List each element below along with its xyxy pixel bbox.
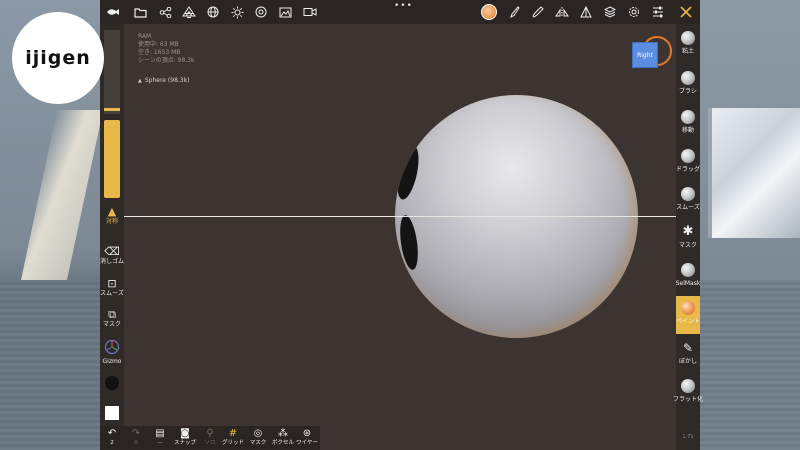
floor-left: [0, 280, 100, 450]
snap-button[interactable]: ◙ スナップ: [173, 428, 197, 447]
tool-paint[interactable]: ペイント: [676, 296, 700, 334]
eraser-icon: ⌫: [104, 245, 120, 258]
right-toolbar: 粘土 ブラシ 移動 ドラッグ スムーズ ✱ マスク SelMask ペイント ✎ ぼ…: [673, 24, 703, 450]
info-used: 使用中: 63 MB: [138, 41, 179, 48]
sliders-icon[interactable]: [649, 3, 667, 21]
video-icon[interactable]: [301, 3, 319, 21]
tools-icon[interactable]: [677, 3, 695, 21]
save-icon: ▤: [155, 428, 165, 439]
logo-fish-icon[interactable]: [104, 3, 122, 21]
tool-brush[interactable]: ブラシ: [676, 66, 700, 104]
paint-brush-icon[interactable]: [505, 3, 523, 21]
logo-text: ijigen: [25, 47, 91, 69]
grid-icon: #: [228, 428, 238, 439]
tool-move[interactable]: 移動: [676, 105, 700, 143]
voxel-icon: ⁂: [278, 428, 288, 439]
sculpt-viewport[interactable]: ••• ▲ 対称 ⌫ 消しゴム ⊡ スムーズ ⧉ マスク Gizmo RAM 使…: [100, 0, 703, 450]
gizmo-icon: [104, 339, 120, 358]
eraser-label: 消しゴム: [100, 258, 125, 265]
object-label[interactable]: Sphere (98.3k): [138, 77, 190, 84]
tool-brush-icon: [681, 71, 695, 85]
folder-icon[interactable]: [131, 3, 149, 21]
intensity-slider[interactable]: [104, 120, 120, 198]
solo-button[interactable]: ⚲ ソロ: [198, 428, 222, 447]
topology-icon[interactable]: [180, 3, 198, 21]
tool-smooth-icon: [681, 187, 695, 201]
tool-clay[interactable]: 粘土: [676, 26, 700, 64]
redo-icon: ↷: [131, 428, 141, 439]
symmetry-plane-line: [124, 216, 676, 217]
material-icon[interactable]: [252, 3, 270, 21]
tool-selmask-icon: [681, 263, 695, 277]
app-stage: ijigen ••• ▲ 対称 ⌫ 消しゴム ⊡ スムーズ ⧉ マスク Gizm…: [0, 0, 800, 450]
undo-icon: ↶: [107, 428, 117, 439]
picker-icon[interactable]: [529, 3, 547, 21]
info-overlay: RAM 使用中: 63 MB 空き: 1653 MB シーンの頂点: 98.3k: [138, 33, 194, 65]
floor-right: [700, 280, 800, 450]
symmetry-icon[interactable]: [553, 3, 571, 21]
search-icon: ⚲: [206, 428, 214, 439]
tool-mask[interactable]: ✱ マスク: [676, 220, 700, 258]
color-swatch-primary[interactable]: [105, 376, 119, 390]
color-swatch-secondary[interactable]: [105, 406, 119, 420]
warning-triangle-icon: ▲: [107, 205, 117, 218]
symmetry-label: 対称: [105, 218, 118, 225]
info-vertices: シーンの頂点: 98.3k: [138, 57, 195, 64]
gizmo-button[interactable]: Gizmo: [100, 339, 124, 366]
light-beam: [18, 110, 104, 290]
image-icon[interactable]: [276, 3, 294, 21]
top-toolbar: •••: [100, 0, 700, 24]
tool-drag-icon: [681, 149, 695, 163]
eraser-button[interactable]: ⌫ 消しゴム: [100, 246, 124, 266]
layers-icon[interactable]: [601, 3, 619, 21]
sun-icon[interactable]: [228, 3, 246, 21]
redo-button[interactable]: ↷ 0: [124, 428, 148, 447]
tool-selmask[interactable]: SelMask: [676, 258, 700, 296]
left-toolbar: ▲ 対称 ⌫ 消しゴム ⊡ スムーズ ⧉ マスク Gizmo: [100, 24, 124, 450]
smooth-label: スムーズ: [100, 290, 124, 297]
mask-visibility-button[interactable]: ◎ マスク: [246, 428, 270, 447]
bottom-toolbar: ↶ 2 ↷ 0 ▤ ··· ◙ スナップ ⚲ ソロ # グリッド ◎ マスク ⁂ ボクセル ⊛ ワ…: [100, 426, 320, 450]
view-cube[interactable]: Right: [632, 42, 658, 68]
smooth-icon: ⊡: [107, 277, 117, 290]
mask-button[interactable]: ⧉ マスク: [100, 309, 124, 329]
tool-mask-icon: ✱: [682, 224, 694, 239]
radius-slider[interactable]: [104, 30, 120, 114]
tool-blur[interactable]: ✎ ぼかし: [676, 336, 700, 374]
brand-logo: ijigen: [12, 12, 104, 104]
tool-smooth[interactable]: スムーズ: [676, 182, 700, 220]
globe-icon[interactable]: [204, 3, 222, 21]
tool-move-icon: [681, 110, 695, 124]
overflow-indicator[interactable]: •••: [394, 1, 413, 11]
tool-drag[interactable]: ドラッグ: [676, 144, 700, 182]
eye-off-icon: ◎: [253, 428, 263, 439]
version-text: 1.71: [682, 434, 694, 440]
background-right: [700, 0, 800, 450]
view-cube-label: Right: [637, 51, 653, 59]
tool-blur-icon: ✎: [682, 341, 694, 355]
window-view: [708, 108, 800, 238]
voxel-button[interactable]: ⁂ ボクセル: [271, 428, 295, 447]
mask-icon: ⧉: [108, 308, 116, 321]
symmetry-toggle[interactable]: ▲ 対称: [100, 206, 124, 226]
mask-label: マスク: [102, 321, 121, 328]
tool-clay-icon: [681, 31, 695, 45]
settings-icon[interactable]: [625, 3, 643, 21]
topology-triangle-icon[interactable]: [577, 3, 595, 21]
smooth-button[interactable]: ⊡ スムーズ: [100, 278, 124, 298]
tool-flatten[interactable]: フラット化: [673, 374, 703, 412]
wireframe-button[interactable]: ⊛ ワイヤー: [295, 428, 319, 447]
wireframe-icon: ⊛: [302, 428, 312, 439]
info-ram: RAM: [138, 33, 152, 40]
tool-flatten-icon: [681, 379, 695, 393]
info-free: 空き: 1653 MB: [138, 49, 181, 56]
camera-icon: ◙: [180, 428, 190, 439]
material-avatar[interactable]: [480, 3, 498, 21]
more-button[interactable]: ▤ ···: [148, 428, 172, 447]
tool-paint-icon: [681, 301, 695, 315]
grid-button[interactable]: # グリッド: [221, 428, 245, 447]
gizmo-label: Gizmo: [102, 358, 122, 365]
scene-graph-icon[interactable]: [156, 3, 174, 21]
undo-button[interactable]: ↶ 2: [100, 428, 124, 447]
